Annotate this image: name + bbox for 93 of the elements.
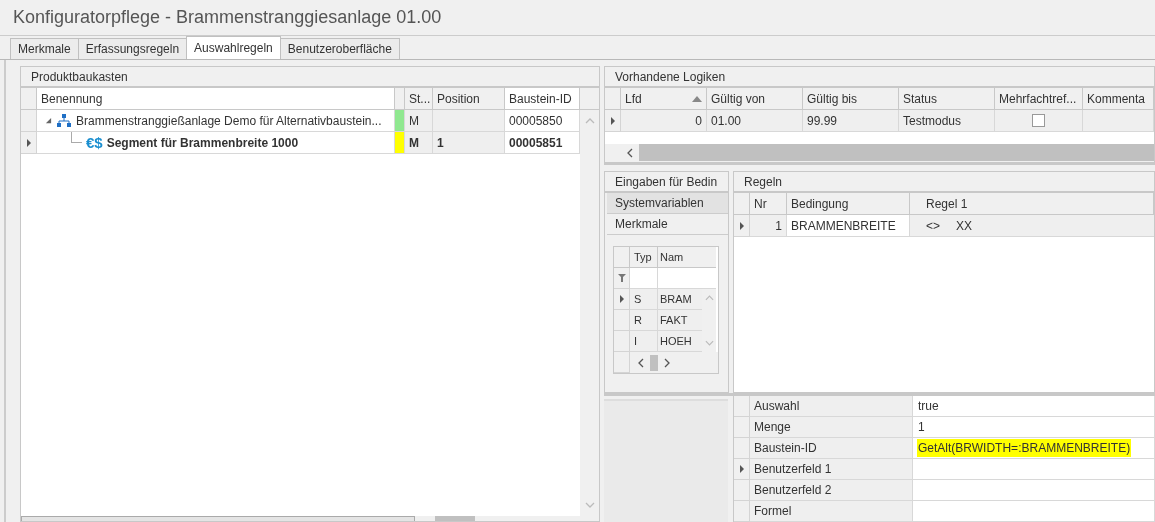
- property-label: Benutzerfeld 1: [750, 459, 913, 480]
- table-cell: 01.00: [707, 110, 803, 132]
- table-cell: I: [630, 331, 658, 352]
- property-value-cell[interactable]: GetAlt(BRWIDTH=:BRAMMENBREITE): [913, 438, 1155, 459]
- expand-icon[interactable]: [45, 117, 52, 124]
- scroll-left-icon[interactable]: [627, 147, 633, 158]
- property-label: Formel: [750, 501, 913, 522]
- table-cell: Testmodus: [899, 110, 995, 132]
- row-header[interactable]: [614, 268, 630, 289]
- table-cell: M: [405, 110, 433, 132]
- table-cell: FAKT: [658, 310, 702, 331]
- property-value: true: [917, 398, 940, 415]
- filter-icon[interactable]: [617, 274, 626, 282]
- scrollbar[interactable]: [580, 110, 599, 516]
- table-cell: HOEH: [658, 331, 702, 352]
- checkbox[interactable]: [1032, 114, 1045, 127]
- currency-icon: €$: [86, 134, 103, 151]
- sort-icon: [692, 95, 702, 102]
- table-cell: 00005850: [505, 110, 580, 132]
- column-header[interactable]: Typ: [630, 247, 658, 268]
- hierarchy-icon: [56, 112, 72, 129]
- column-header[interactable]: Lfd: [621, 88, 707, 110]
- tab[interactable]: Benutzeroberfläche: [279, 38, 400, 59]
- scrollbar-thumb[interactable]: [650, 354, 658, 371]
- row-header[interactable]: [734, 215, 750, 237]
- column-label: Gültig bis: [807, 91, 858, 106]
- row-header[interactable]: [614, 289, 630, 310]
- column-header[interactable]: Position: [433, 88, 505, 110]
- table-cell: R: [630, 310, 658, 331]
- column-header[interactable]: Kommenta: [1083, 88, 1154, 110]
- column-header[interactable]: Nr: [750, 193, 787, 215]
- column-label: Gültig von: [711, 91, 766, 106]
- property-value-cell[interactable]: [913, 501, 1155, 522]
- item-name: Segment für Brammenbreite 1000: [106, 135, 299, 150]
- property-label: Benutzerfeld 2: [750, 480, 913, 501]
- operator: <>: [926, 218, 940, 233]
- column-header[interactable]: Nam: [658, 247, 702, 268]
- tab[interactable]: Erfassungsregeln: [77, 38, 188, 59]
- scrollbar[interactable]: [630, 352, 718, 373]
- property-label: Baustein-ID: [750, 438, 913, 459]
- column-label: Mehrfachtref...: [999, 91, 1077, 106]
- property-value-cell[interactable]: 1: [913, 417, 1155, 438]
- scroll-up-icon[interactable]: [584, 118, 595, 124]
- table-cell: M: [405, 132, 433, 154]
- table-cell: S: [630, 289, 658, 310]
- column-header[interactable]: Mehrfachtref...: [995, 88, 1083, 110]
- scroll-right-icon[interactable]: [664, 357, 670, 368]
- table-cell: 99.99: [803, 110, 899, 132]
- tab[interactable]: Merkmale: [10, 38, 79, 59]
- column-header[interactable]: Status: [899, 88, 995, 110]
- scroll-down-icon[interactable]: [584, 502, 595, 508]
- table-cell: [433, 110, 505, 132]
- tree-line: [71, 132, 82, 143]
- column-header[interactable]: Gültig bis: [803, 88, 899, 110]
- column-header[interactable]: Regel 1: [910, 193, 1154, 215]
- scrollbar[interactable]: [21, 516, 415, 521]
- nav-item[interactable]: Systemvariablen: [607, 193, 728, 214]
- column-label: Status: [903, 91, 938, 106]
- property-value: 1: [917, 419, 926, 436]
- property-label: Menge: [750, 417, 913, 438]
- property-value-cell[interactable]: [913, 480, 1155, 501]
- row-header[interactable]: [605, 110, 621, 132]
- table-cell: 1: [750, 215, 787, 237]
- scrollbar-thumb[interactable]: [435, 516, 475, 521]
- table-cell: 0: [621, 110, 707, 132]
- property-value: GetAlt(BRWIDTH=:BRAMMENBREITE): [917, 439, 1132, 457]
- column-header[interactable]: St...: [405, 88, 433, 110]
- property-value-cell[interactable]: true: [913, 396, 1155, 417]
- tree-item[interactable]: €$ Segment für Brammenbreite 1000: [37, 132, 395, 154]
- header-cell: [395, 88, 405, 110]
- tab[interactable]: Auswahlregeln: [186, 36, 281, 59]
- property-value-cell[interactable]: [913, 459, 1155, 480]
- row-header[interactable]: [734, 459, 750, 480]
- table-cell: 00005851: [505, 132, 580, 154]
- filter-cell[interactable]: [630, 268, 658, 289]
- table-cell: BRAMMENBREITE: [787, 215, 910, 237]
- column-label: Lfd: [625, 91, 642, 106]
- scroll-left-icon[interactable]: [638, 357, 644, 368]
- table-cell: BRAM: [658, 289, 702, 310]
- scroll-up-icon[interactable]: [704, 295, 714, 301]
- column-header[interactable]: Baustein-ID: [505, 88, 580, 110]
- table-cell: 1: [433, 132, 505, 154]
- property-label: Auswahl: [750, 396, 913, 417]
- row-header[interactable]: [21, 132, 37, 154]
- rule-value: XX: [956, 218, 973, 233]
- window-title: Konfiguratorpflege - Brammenstranggiesanlage 01.00: [13, 7, 442, 28]
- column-header[interactable]: Benennung: [37, 88, 395, 110]
- column-header[interactable]: Gültig von: [707, 88, 803, 110]
- scroll-down-icon[interactable]: [704, 340, 714, 346]
- item-name: Brammenstranggießanlage Demo für Alternativbaustein...: [76, 113, 382, 128]
- tree-item[interactable]: Brammenstranggießanlage Demo für Alternativbaustein...: [37, 110, 395, 132]
- column-label: Kommenta: [1087, 91, 1146, 106]
- column-header[interactable]: Bedingung: [787, 193, 910, 215]
